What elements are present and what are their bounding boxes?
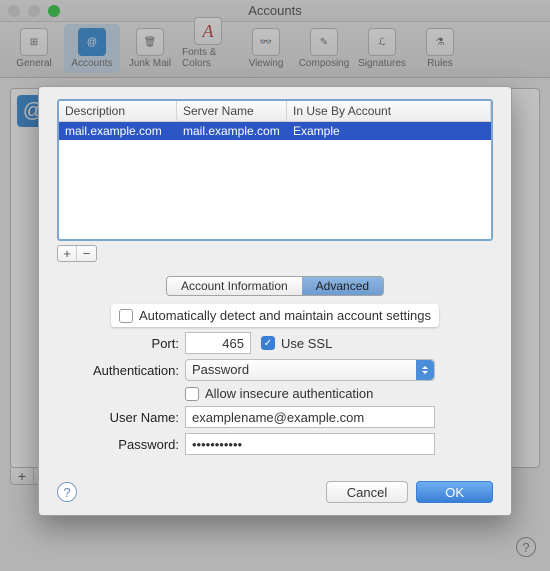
ok-button[interactable]: OK [416,481,493,503]
table-row[interactable]: mail.example.com mail.example.com Exampl… [59,122,491,140]
remove-server-button[interactable]: − [77,246,96,261]
auth-select[interactable]: Password [185,359,435,381]
auto-detect-highlight: Automatically detect and maintain accoun… [111,304,439,327]
server-table: Description Server Name In Use By Accoun… [57,99,493,241]
auto-detect-label: Automatically detect and maintain accoun… [139,308,431,323]
add-server-button[interactable]: + [58,246,77,261]
col-in-use[interactable]: In Use By Account [287,101,491,121]
help-button[interactable]: ? [57,482,77,502]
port-input[interactable] [185,332,251,354]
col-description[interactable]: Description [59,101,177,121]
segment-control: Account Information Advanced [57,276,493,296]
auto-detect-checkbox[interactable] [119,309,133,323]
tab-account-information[interactable]: Account Information [167,277,302,295]
chevron-updown-icon [416,360,434,380]
smtp-server-sheet: Description Server Name In Use By Accoun… [38,86,512,516]
use-ssl-label: Use SSL [281,336,332,351]
allow-insecure-label: Allow insecure authentication [205,386,373,401]
tab-advanced[interactable]: Advanced [302,277,383,295]
password-label: Password: [57,437,185,452]
col-server-name[interactable]: Server Name [177,101,287,121]
username-input[interactable] [185,406,435,428]
port-label: Port: [57,336,185,351]
cancel-button[interactable]: Cancel [326,481,408,503]
use-ssl-checkbox[interactable]: ✓ [261,336,275,350]
username-label: User Name: [57,410,185,425]
allow-insecure-checkbox[interactable] [185,387,199,401]
auth-label: Authentication: [57,363,185,378]
table-header: Description Server Name In Use By Accoun… [59,101,491,122]
password-input[interactable] [185,433,435,455]
